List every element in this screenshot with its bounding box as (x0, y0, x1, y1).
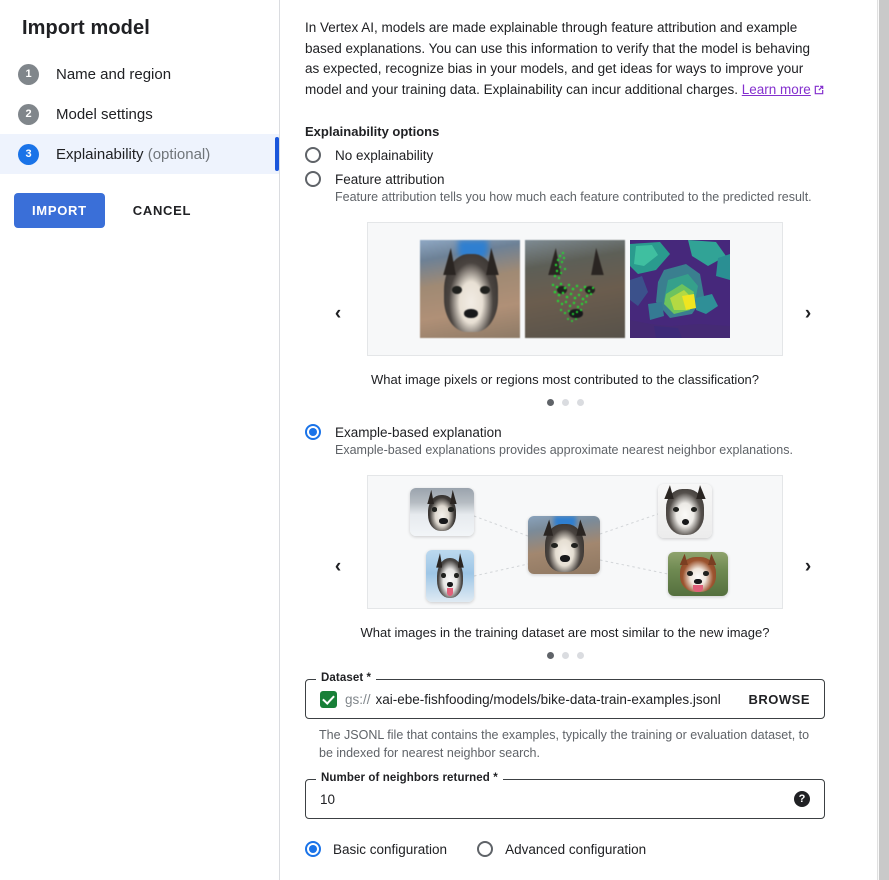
gcs-valid-check-icon (320, 690, 337, 708)
explainability-options-title: Explainability options (305, 124, 440, 139)
neighbor-thumbnail (426, 550, 474, 602)
dog-snout (464, 308, 478, 319)
dataset-field-wrapper: Dataset * gs:// xai-ebe-fishfooding/mode… (305, 672, 825, 762)
sidebar-item-model-settings[interactable]: 2 Model settings (0, 94, 279, 134)
step-label: Model settings (56, 105, 153, 123)
carousel-dot[interactable] (561, 399, 569, 406)
dog-photo-saliency-overlay (525, 240, 625, 338)
carousel-dots (305, 399, 845, 406)
step-optional-text: (optional) (147, 145, 211, 163)
advanced-configuration-label: Advanced configuration (505, 841, 647, 857)
dataset-input[interactable]: Dataset * gs:// xai-ebe-fishfooding/mode… (305, 672, 825, 719)
step-number-badge: 3 (18, 143, 39, 165)
option-label: Example-based explanation (335, 424, 502, 440)
dataset-field-label: Dataset * (316, 672, 377, 684)
radio-no-explainability[interactable] (305, 147, 321, 163)
carousel-dot[interactable] (546, 652, 554, 659)
carousel-prev-icon[interactable]: ‹ (327, 556, 349, 578)
sidebar-item-name-and-region[interactable]: 1 Name and region (0, 54, 279, 94)
carousel-dots (305, 652, 845, 659)
attribution-heatmap (630, 240, 730, 338)
cancel-button[interactable]: CANCEL (123, 193, 201, 228)
step-list: 1 Name and region 2 Model settings 3 Exp… (0, 54, 279, 174)
explainability-panel: In Vertex AI, models are made explainabl… (280, 0, 889, 880)
radio-advanced-configuration[interactable] (477, 841, 494, 857)
example-based-carousel: ‹ › What images in the training dataset … (305, 475, 845, 659)
carousel-dot[interactable] (546, 399, 554, 406)
option-label: No explainability (335, 147, 434, 163)
intro-text: In Vertex AI, models are made explainabl… (305, 20, 811, 97)
neighbor-thumbnail (410, 488, 474, 536)
carousel-dot[interactable] (576, 399, 584, 406)
query-image-thumbnail (528, 516, 600, 574)
dataset-path-value[interactable]: xai-ebe-fishfooding/models/bike-data-tra… (376, 692, 739, 707)
option-feature-attribution[interactable]: Feature attribution (305, 171, 889, 187)
learn-more-label: Learn more (741, 81, 811, 97)
step-label: Explainability (optional) (56, 146, 210, 163)
neighbors-value[interactable]: 10 (320, 792, 794, 807)
intro-paragraph: In Vertex AI, models are made explainabl… (305, 18, 825, 102)
neighbors-field-wrapper: Number of neighbors returned * 10 ? (305, 772, 825, 819)
dog-ears (442, 247, 500, 276)
carousel-slide (367, 222, 783, 356)
page-scrollbar[interactable] (877, 0, 889, 880)
option-example-based-explanation[interactable]: Example-based explanation (305, 424, 889, 440)
carousel-prev-icon[interactable]: ‹ (327, 303, 349, 325)
external-link-icon (813, 82, 825, 103)
page-title: Import model (22, 17, 150, 39)
dog-eyes (452, 286, 490, 294)
wizard-actions: IMPORT CANCEL (0, 174, 279, 228)
basic-configuration-label: Basic configuration (333, 841, 448, 857)
carousel-dot[interactable] (576, 652, 584, 659)
radio-feature-attribution[interactable] (305, 171, 321, 187)
saliency-points-icon (551, 251, 595, 322)
feature-attribution-carousel: ‹ › What image pixels or regions most co… (305, 222, 845, 406)
heatmap-canvas (630, 240, 730, 338)
configuration-mode-group: Basic configuration Advanced configurati… (305, 841, 889, 857)
carousel-caption: What image pixels or regions most contri… (370, 372, 760, 387)
radio-example-based-explanation[interactable] (305, 424, 321, 440)
option-label: Feature attribution (335, 171, 445, 187)
neighbor-thumbnail (658, 484, 712, 538)
carousel-next-icon[interactable]: › (797, 303, 819, 325)
step-number-badge: 2 (18, 103, 39, 125)
carousel-caption: What images in the training dataset are … (360, 625, 770, 640)
import-button[interactable]: IMPORT (14, 193, 105, 228)
radio-basic-configuration[interactable] (305, 841, 321, 857)
step-label-text: Explainability (56, 145, 144, 163)
step-label: Name and region (56, 65, 172, 83)
option-no-explainability[interactable]: No explainability (305, 147, 889, 163)
gcs-prefix-label: gs:// (345, 691, 371, 707)
carousel-dot[interactable] (561, 652, 569, 659)
dataset-hint-text: The JSONL file that contains the example… (319, 728, 810, 760)
option-description: Example-based explanations provides appr… (335, 443, 793, 457)
option-description: Feature attribution tells you how much e… (335, 190, 812, 204)
neighbor-thumbnail (668, 552, 728, 596)
active-indicator (275, 137, 279, 171)
scrollbar-thumb[interactable] (879, 0, 889, 880)
step-number-badge: 1 (18, 63, 39, 85)
neighbors-input[interactable]: Number of neighbors returned * 10 ? (305, 772, 825, 819)
sidebar-item-explainability[interactable]: 3 Explainability (optional) (0, 134, 279, 174)
learn-more-link[interactable]: Learn more (742, 82, 811, 97)
wizard-sidebar: Import model 1 Name and region 2 Model s… (0, 0, 280, 880)
dog-photo-original (420, 240, 520, 338)
browse-button[interactable]: BROWSE (739, 692, 811, 707)
nearest-neighbor-diagram (367, 475, 783, 609)
import-model-wizard: Import model 1 Name and region 2 Model s… (0, 0, 889, 880)
carousel-next-icon[interactable]: › (797, 556, 819, 578)
neighbors-field-label: Number of neighbors returned * (316, 772, 503, 784)
help-icon[interactable]: ? (794, 791, 810, 807)
